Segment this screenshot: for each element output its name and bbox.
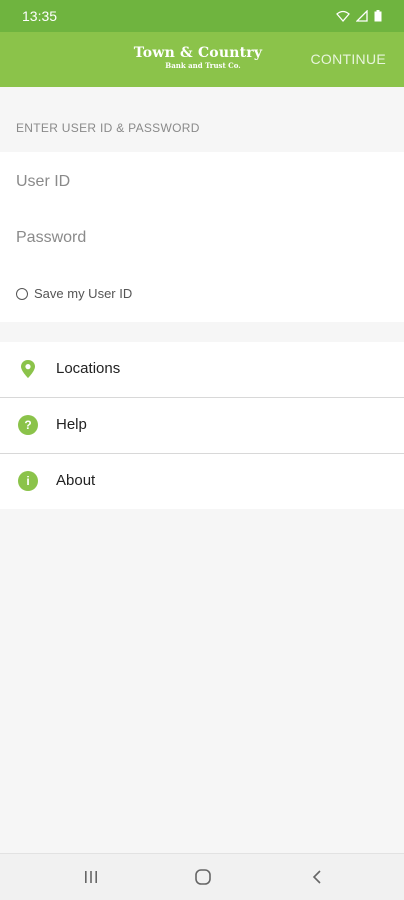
continue-button[interactable]: CONTINUE xyxy=(310,51,386,67)
save-user-id-label: Save my User ID xyxy=(34,286,133,301)
password-input[interactable] xyxy=(16,218,386,258)
back-button[interactable] xyxy=(305,866,329,888)
menu-item-label: About xyxy=(56,472,96,489)
status-bar: 13:35 xyxy=(0,0,404,32)
info-icon: i xyxy=(18,471,38,491)
menu-list: Locations ? Help i About xyxy=(0,342,404,509)
login-section-header: ENTER USER ID & PASSWORD xyxy=(16,121,200,135)
signal-icon xyxy=(356,10,368,22)
battery-icon xyxy=(374,10,382,22)
back-icon xyxy=(312,870,321,884)
logo-title: Town & Country xyxy=(133,45,263,61)
logo-subtitle: Bank and Trust Co. xyxy=(165,61,241,70)
menu-item-help[interactable]: ? Help xyxy=(0,398,404,453)
bank-logo: Town & Country Bank and Trust Co. xyxy=(130,45,266,71)
menu-item-about[interactable]: i About xyxy=(0,454,404,509)
app-bar: Town & Country Bank and Trust Co. CONTIN… xyxy=(0,32,404,87)
save-user-id-option[interactable]: Save my User ID xyxy=(16,286,132,301)
login-form: Save my User ID xyxy=(0,152,404,322)
recent-apps-button[interactable] xyxy=(79,866,103,888)
help-icon: ? xyxy=(18,415,38,435)
status-icons xyxy=(336,10,382,22)
home-icon xyxy=(195,869,211,885)
save-user-id-radio[interactable] xyxy=(16,287,28,300)
location-pin-icon xyxy=(21,360,35,378)
home-button[interactable] xyxy=(191,866,215,888)
menu-item-label: Help xyxy=(56,416,87,433)
user-id-input[interactable] xyxy=(16,162,386,202)
status-time: 13:35 xyxy=(22,8,58,24)
menu-item-locations[interactable]: Locations xyxy=(0,342,404,397)
menu-item-label: Locations xyxy=(56,360,121,377)
wifi-icon xyxy=(336,10,350,22)
recent-apps-icon xyxy=(85,871,97,883)
system-nav-bar xyxy=(0,853,404,900)
